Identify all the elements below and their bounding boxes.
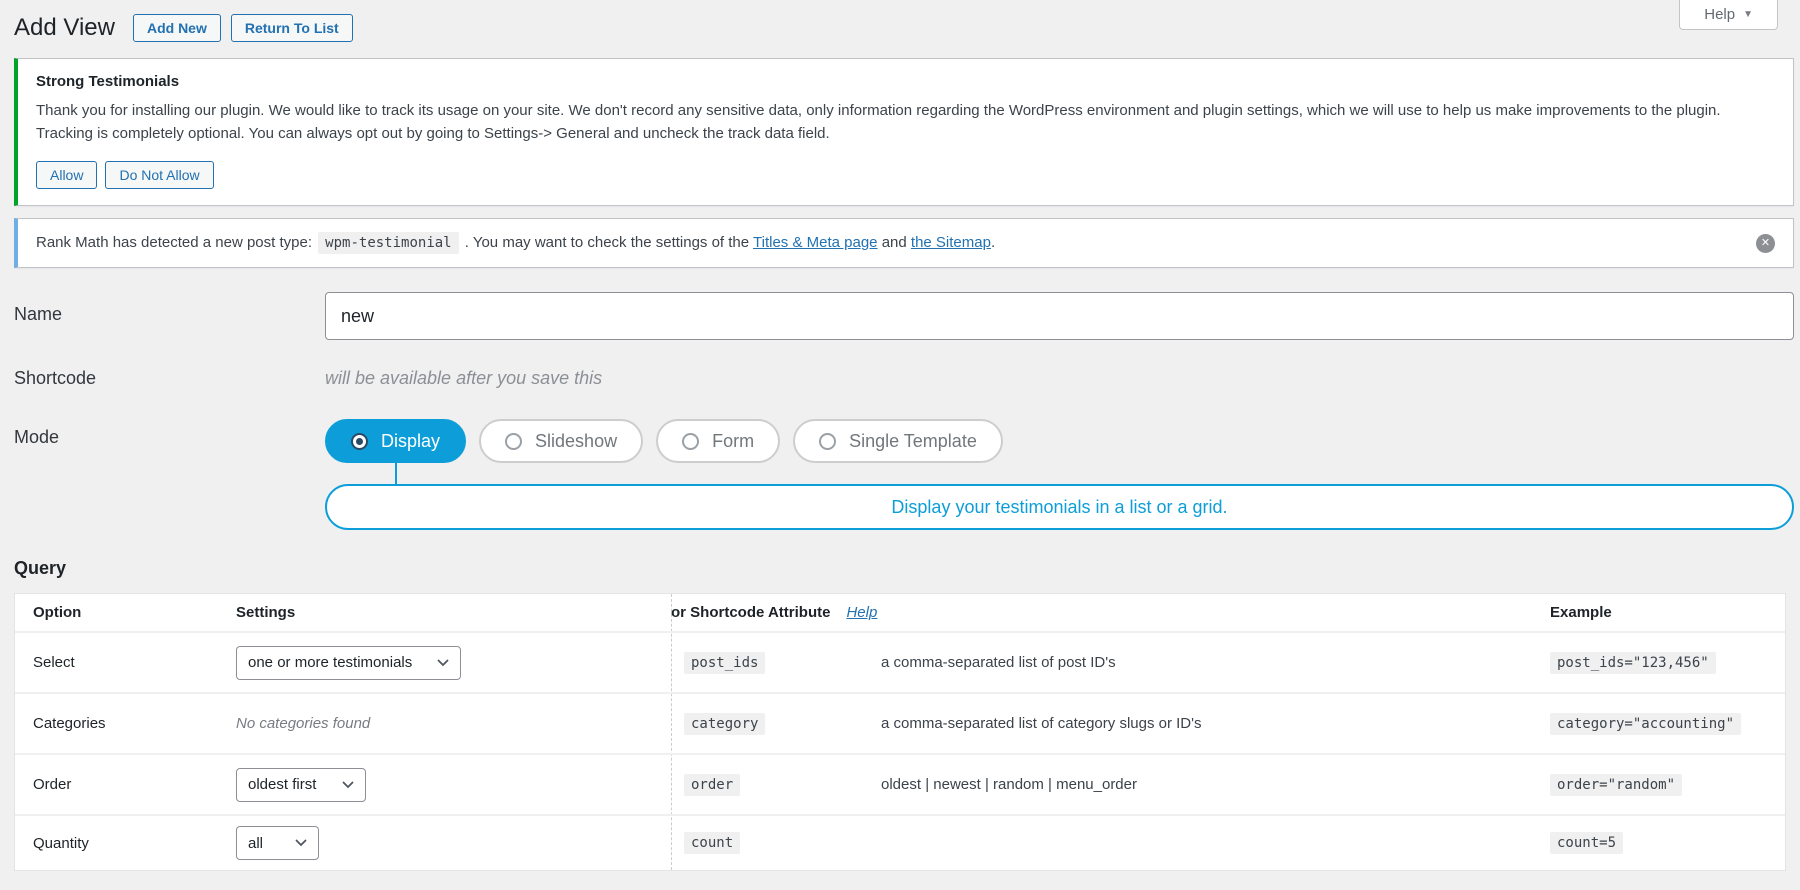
name-label: Name [14, 292, 325, 325]
header-option: Option [33, 604, 236, 621]
select-testimonials-dropdown[interactable]: one or more testimonials [236, 646, 461, 680]
tracking-notice: Strong Testimonials Thank you for instal… [14, 58, 1794, 206]
shortcode-label: Shortcode [14, 368, 325, 389]
row-description: oldest | newest | random | menu_order [881, 776, 1550, 793]
header-attribute-group: or Shortcode Attribute Help [671, 604, 1550, 621]
mode-option-label: Display [381, 431, 440, 452]
attribute-chip: order [684, 774, 740, 796]
header-example: Example [1550, 604, 1785, 621]
example-chip: post_ids="123,456" [1550, 652, 1716, 674]
table-row-quantity: Quantity all count count=5 [15, 814, 1785, 870]
caret-down-icon: ▼ [1743, 9, 1753, 20]
row-attribute-cell: post_ids [671, 654, 881, 672]
example-chip: category="accounting" [1550, 713, 1741, 735]
rank-math-text-and: and [878, 234, 911, 251]
dropdown-value: all [248, 835, 263, 852]
attribute-chip: count [684, 832, 740, 854]
row-description: a comma-separated list of post ID's [881, 654, 1550, 671]
rank-math-text-end: . [991, 234, 995, 251]
quantity-dropdown[interactable]: all [236, 826, 319, 860]
table-row-order: Order oldest first order oldest | newest… [15, 753, 1785, 814]
mode-options: Display Slideshow Form Single Template [325, 419, 1794, 463]
shortcode-row: Shortcode will be available after you sa… [14, 368, 1794, 389]
return-to-list-button[interactable]: Return To List [231, 14, 353, 42]
row-attribute-cell: order [671, 776, 881, 794]
row-settings-cell: No categories found [236, 715, 671, 733]
table-row-select: Select one or more testimonials post_ids… [15, 631, 1785, 692]
no-categories-text: No categories found [236, 715, 370, 732]
row-settings-cell: all [236, 826, 671, 860]
table-row-categories: Categories No categories found category … [15, 692, 1785, 753]
mode-option-display[interactable]: Display [325, 419, 466, 463]
add-new-button[interactable]: Add New [133, 14, 221, 42]
post-type-chip: wpm-testimonial [318, 232, 458, 254]
query-table: Option Settings or Shortcode Attribute H… [14, 593, 1786, 871]
allow-button[interactable]: Allow [36, 161, 97, 189]
do-not-allow-button[interactable]: Do Not Allow [105, 161, 213, 189]
dropdown-value: one or more testimonials [248, 654, 412, 671]
row-example-cell: order="random" [1550, 776, 1785, 794]
row-settings-cell: oldest first [236, 768, 671, 802]
row-attribute-cell: category [671, 715, 881, 733]
attribute-chip: category [684, 713, 765, 735]
chevron-down-icon [342, 781, 354, 789]
tracking-notice-title: Strong Testimonials [36, 73, 1775, 90]
hint-connector-line [395, 463, 397, 484]
row-option-label: Order [33, 776, 236, 793]
chevron-down-icon [437, 659, 449, 667]
chevron-down-icon [295, 839, 307, 847]
radio-icon [819, 433, 836, 450]
add-view-page: Add View Add New Return To List Help ▼ S… [0, 0, 1800, 871]
example-chip: count=5 [1550, 832, 1623, 854]
dropdown-value: oldest first [248, 776, 316, 793]
mode-option-form[interactable]: Form [656, 419, 780, 463]
name-row: Name [14, 292, 1794, 340]
page-title: Add View [14, 14, 115, 42]
row-attribute-cell: count [671, 834, 881, 852]
tracking-notice-actions: Allow Do Not Allow [36, 161, 1775, 189]
table-header-row: Option Settings or Shortcode Attribute H… [15, 594, 1785, 631]
query-heading: Query [14, 558, 1794, 579]
tracking-notice-body: Thank you for installing our plugin. We … [36, 100, 1766, 145]
row-example-cell: count=5 [1550, 834, 1785, 852]
row-option-label: Categories [33, 715, 236, 732]
titles-meta-link[interactable]: Titles & Meta page [753, 234, 878, 251]
help-dropdown[interactable]: Help ▼ [1679, 0, 1778, 30]
radio-selected-icon [351, 433, 368, 450]
mode-option-single-template[interactable]: Single Template [793, 419, 1003, 463]
header-settings: Settings [236, 604, 671, 621]
mode-option-label: Form [712, 431, 754, 452]
mode-option-label: Single Template [849, 431, 977, 452]
mode-row: Mode Display Slideshow Form Single Templ… [14, 419, 1794, 463]
row-option-label: Select [33, 654, 236, 671]
example-chip: order="random" [1550, 774, 1682, 796]
mode-option-label: Slideshow [535, 431, 617, 452]
row-example-cell: category="accounting" [1550, 715, 1785, 733]
shortcode-status-text: will be available after you save this [325, 368, 602, 389]
row-settings-cell: one or more testimonials [236, 646, 671, 680]
help-label: Help [1704, 6, 1735, 23]
mode-hint: Display your testimonials in a list or a… [325, 463, 1794, 530]
sitemap-link[interactable]: the Sitemap [911, 234, 991, 251]
attribute-chip: post_ids [684, 652, 765, 674]
attribute-help-link[interactable]: Help [846, 604, 877, 621]
rank-math-notice-text: Rank Math has detected a new post type: … [36, 231, 995, 255]
mode-option-slideshow[interactable]: Slideshow [479, 419, 643, 463]
row-example-cell: post_ids="123,456" [1550, 654, 1785, 672]
radio-icon [682, 433, 699, 450]
rank-math-text-middle: . You may want to check the settings of … [461, 234, 753, 251]
page-header: Add View Add New Return To List [14, 8, 1794, 48]
row-description: a comma-separated list of category slugs… [881, 715, 1550, 732]
view-name-input[interactable] [325, 292, 1794, 340]
dismiss-notice-icon[interactable]: ✕ [1756, 234, 1775, 253]
radio-icon [505, 433, 522, 450]
order-dropdown[interactable]: oldest first [236, 768, 366, 802]
row-option-label: Quantity [33, 835, 236, 852]
mode-hint-text: Display your testimonials in a list or a… [325, 484, 1794, 530]
header-attribute: or Shortcode Attribute [671, 604, 830, 621]
rank-math-text-before: Rank Math has detected a new post type: [36, 234, 316, 251]
mode-label: Mode [14, 419, 325, 448]
rank-math-notice: Rank Math has detected a new post type: … [14, 218, 1794, 268]
